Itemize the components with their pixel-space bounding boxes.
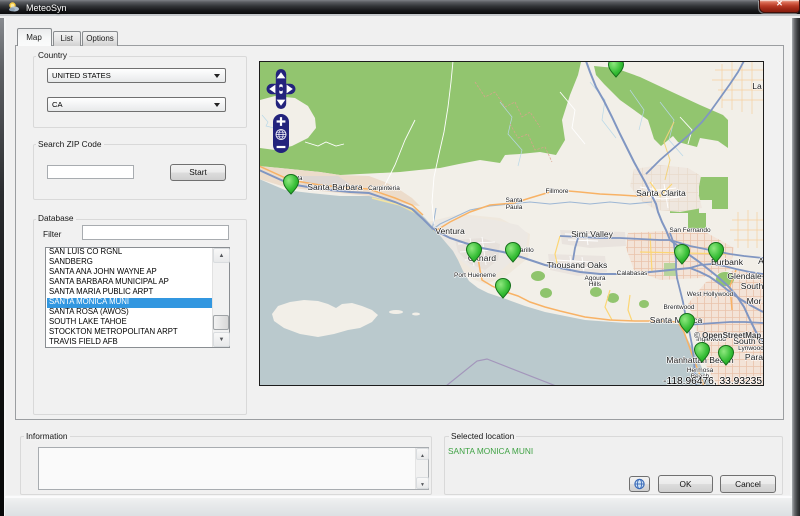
svg-text:Glendale-: Glendale-	[727, 271, 763, 281]
svg-text:Simi Valley: Simi Valley	[571, 229, 614, 239]
svg-text:A: A	[758, 256, 763, 266]
svg-text:Brentwood: Brentwood	[663, 304, 694, 311]
svg-text:Para: Para	[745, 352, 763, 362]
svg-text:South: South	[741, 281, 763, 291]
svg-text:Port Hueneme: Port Hueneme	[454, 272, 496, 279]
svg-text:Santa Clarita: Santa Clarita	[636, 188, 686, 198]
svg-text:San Fernando: San Fernando	[669, 227, 711, 234]
svg-text:Carpinteria: Carpinteria	[368, 185, 400, 192]
svg-text:© OpenStreetMap: © OpenStreetMap	[694, 331, 761, 340]
svg-text:Hills: Hills	[589, 281, 602, 288]
svg-text:West Hollywood: West Hollywood	[687, 291, 734, 298]
svg-text:-118.96476, 33.93235: -118.96476, 33.93235	[663, 376, 762, 385]
svg-text:Ventura: Ventura	[435, 226, 465, 236]
svg-text:Santa Barbara: Santa Barbara	[307, 182, 363, 192]
svg-text:Calabasas: Calabasas	[617, 270, 648, 277]
svg-text:Mor: Mor	[747, 296, 762, 306]
svg-text:Fillmore: Fillmore	[545, 188, 568, 195]
svg-text:Thousand Oaks: Thousand Oaks	[547, 260, 608, 270]
svg-text:La: La	[752, 81, 762, 91]
svg-text:Santa: Santa	[506, 197, 523, 204]
svg-text:Paula: Paula	[506, 204, 523, 211]
svg-text:Lynwood: Lynwood	[738, 345, 763, 352]
